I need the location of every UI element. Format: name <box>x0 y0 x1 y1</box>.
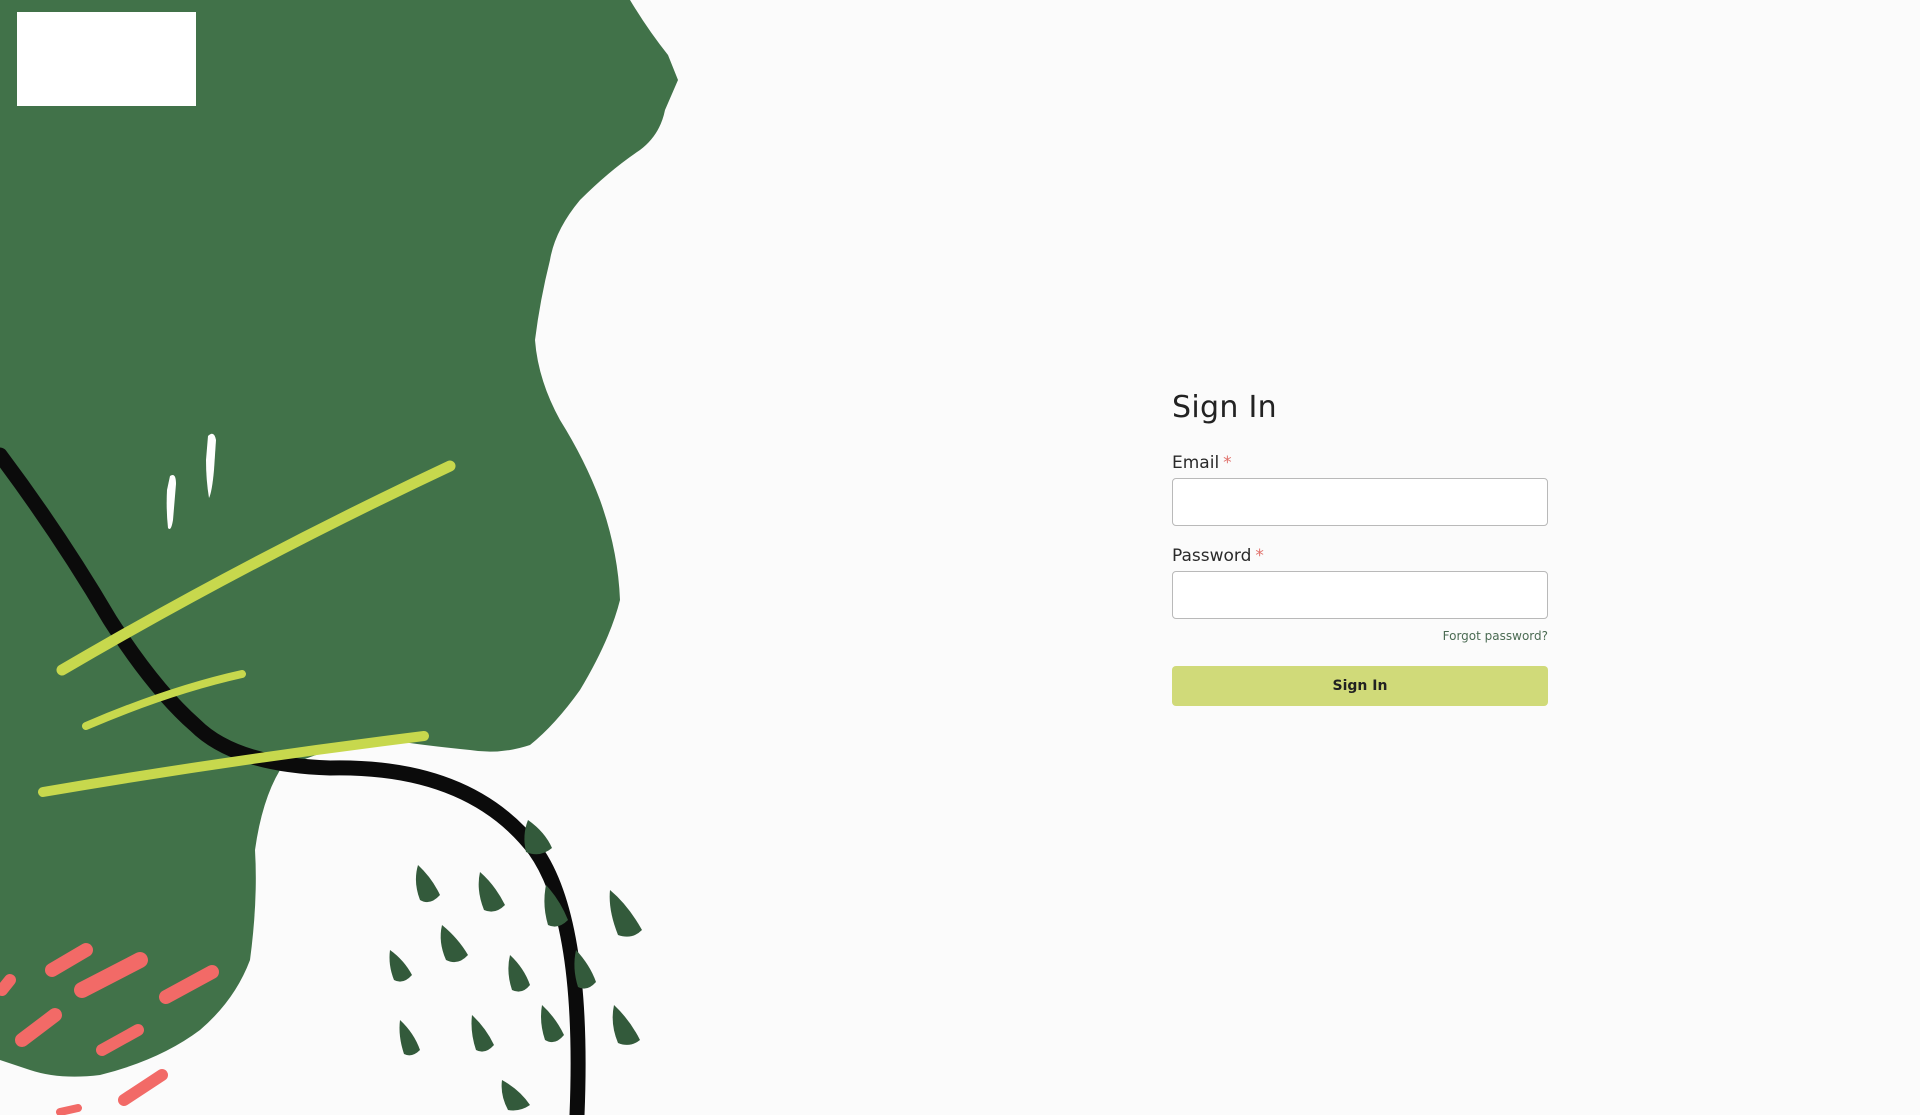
white-mark-1 <box>206 433 216 498</box>
email-input[interactable] <box>1172 478 1548 526</box>
white-mark-2 <box>166 475 176 529</box>
password-label-text: Password <box>1172 546 1252 566</box>
email-label: Email * <box>1172 453 1548 473</box>
email-group: Email * <box>1172 453 1548 526</box>
password-label: Password * <box>1172 546 1548 566</box>
green-blob-shape <box>0 0 678 1077</box>
decorative-artwork <box>0 0 678 1115</box>
lime-stroke-2 <box>82 670 246 730</box>
forgot-password-link[interactable]: Forgot password? <box>1443 629 1548 643</box>
email-label-text: Email <box>1172 453 1220 473</box>
coral-dashes <box>0 943 219 1115</box>
password-required-marker: * <box>1255 546 1264 566</box>
logo-placeholder <box>17 12 196 106</box>
lime-stroke-1 <box>56 460 456 676</box>
login-page: Sign In Email * Password * Forgot password… <box>0 0 1920 1115</box>
email-required-marker: * <box>1223 453 1232 473</box>
green-leaf-marks <box>389 820 642 1111</box>
black-curve-line <box>0 447 586 1115</box>
forgot-password-row: Forgot password? <box>1172 625 1548 644</box>
password-input[interactable] <box>1172 571 1548 619</box>
sign-in-form: Sign In Email * Password * Forgot password… <box>1172 390 1548 706</box>
lime-stroke-3 <box>38 731 429 797</box>
sign-in-button[interactable]: Sign In <box>1172 666 1548 706</box>
password-group: Password * <box>1172 546 1548 619</box>
page-title: Sign In <box>1172 390 1277 425</box>
